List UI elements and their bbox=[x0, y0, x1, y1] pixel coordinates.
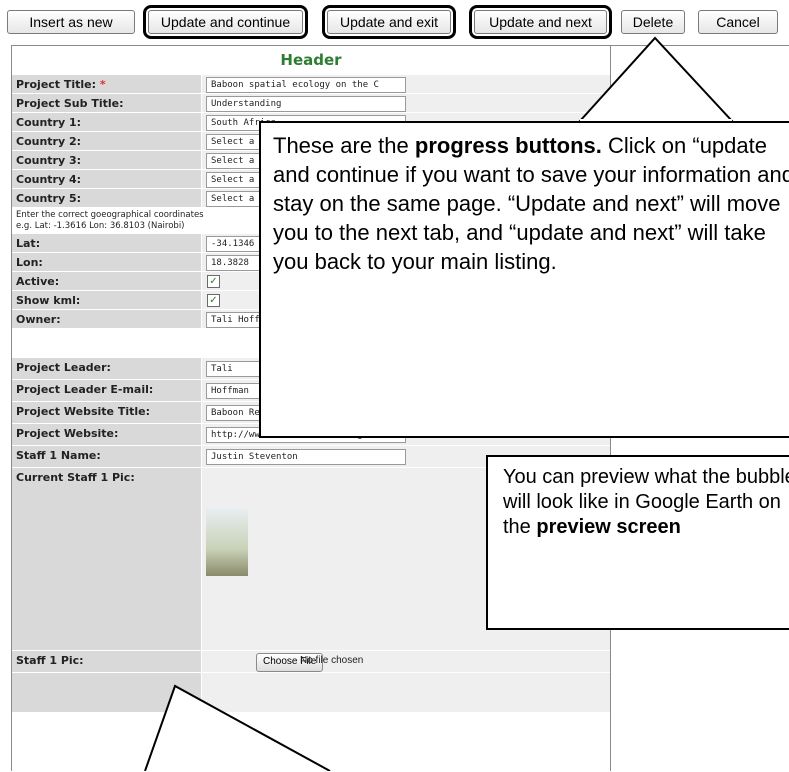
field-label: Country 5: bbox=[12, 189, 201, 207]
field-label: Current Staff 1 Pic: bbox=[12, 468, 201, 650]
insert-as-new-button[interactable]: Insert as new bbox=[7, 10, 135, 34]
field-label: Lat: bbox=[12, 234, 201, 252]
field-label: Staff 1 Pic: bbox=[12, 651, 201, 672]
delete-button[interactable]: Delete bbox=[621, 10, 685, 34]
project-subtitle-input[interactable]: Understanding bbox=[206, 96, 406, 112]
project-title-input[interactable]: Baboon spatial ecology on the C bbox=[206, 77, 406, 93]
progress-buttons-callout: These are the progress buttons. Click on… bbox=[259, 121, 789, 438]
section-header-title: Header bbox=[12, 51, 610, 75]
field-label: Country 3: bbox=[12, 151, 201, 169]
field-label: Country 2: bbox=[12, 132, 201, 150]
field-label: Country 1: bbox=[12, 113, 201, 131]
field-label: Project Website Title: bbox=[12, 402, 201, 423]
field-label: Staff 1 Name: bbox=[12, 446, 201, 467]
form-row-project-subtitle: Project Sub Title: Understanding bbox=[12, 94, 610, 113]
form-row-staff-1-pic: Staff 1 Pic: Choose File No file chosen bbox=[12, 651, 610, 673]
field-label: Country 4: bbox=[12, 170, 201, 188]
field-label: Project Title: * bbox=[12, 75, 201, 93]
staff-1-name-input[interactable]: Justin Steventon bbox=[206, 449, 406, 465]
field-label: Project Website: bbox=[12, 424, 201, 445]
field-label: Lon: bbox=[12, 253, 201, 271]
update-and-exit-button[interactable]: Update and exit bbox=[322, 5, 456, 39]
field-label: Owner: bbox=[12, 310, 201, 328]
cancel-button[interactable]: Cancel bbox=[698, 10, 778, 34]
field-label: Project Leader: bbox=[12, 358, 201, 379]
staff-photo bbox=[206, 508, 248, 576]
form-row-next bbox=[12, 673, 610, 713]
update-and-continue-button[interactable]: Update and continue bbox=[143, 5, 308, 39]
preview-callout: You can preview what the bubble will loo… bbox=[486, 455, 789, 630]
form-row-project-title: Project Title: * Baboon spatial ecology … bbox=[12, 75, 610, 94]
field-label: Active: bbox=[12, 272, 201, 290]
field-label: Project Leader E-mail: bbox=[12, 380, 201, 401]
active-checkbox[interactable]: ✓ bbox=[207, 275, 220, 288]
file-status: No file chosen bbox=[300, 655, 364, 666]
update-and-next-button[interactable]: Update and next bbox=[469, 5, 612, 39]
show-kml-checkbox[interactable]: ✓ bbox=[207, 294, 220, 307]
field-label bbox=[12, 673, 201, 712]
field-label: Project Sub Title: bbox=[12, 94, 201, 112]
field-label: Show kml: bbox=[12, 291, 201, 309]
required-marker: * bbox=[99, 78, 106, 91]
